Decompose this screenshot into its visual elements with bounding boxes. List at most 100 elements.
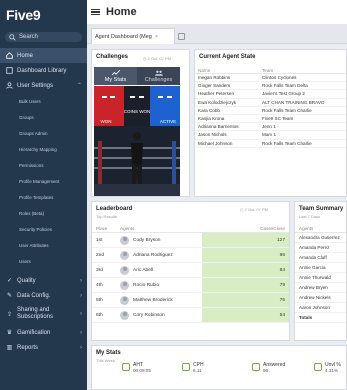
search-box[interactable]: Search	[5, 32, 82, 42]
search-icon	[9, 33, 16, 41]
leaderboard-value: 84	[202, 263, 289, 277]
table-row[interactable]: Kara Cobb Rock Falls Team Charlie	[195, 107, 346, 115]
avatar	[120, 250, 129, 260]
agent-team: Javier's Test Group 2	[262, 91, 305, 97]
leaderboard-agent: Cody Bryson	[120, 235, 202, 245]
my-stats-card: My Stats This Week AHT 00:09:05 CPH 6.11 A…	[91, 345, 347, 390]
column-casesclose[interactable]: CasesClose	[202, 226, 289, 231]
agent-name: Kara Cobb	[198, 107, 220, 113]
team-summary-row[interactable]: Amanda Cluff	[295, 253, 346, 263]
five9-logo[interactable]: Five9	[0, 0, 87, 30]
leaderboard-agent-name: Cory Robinson	[133, 312, 165, 318]
tab-my-stats[interactable]: My Stats	[94, 67, 137, 85]
team-summary-row[interactable]: Annie Thurwald	[295, 273, 346, 283]
share-icon: ⇪	[6, 311, 13, 318]
leaderboard-row[interactable]: 6th Cory Robinson 54	[92, 308, 289, 323]
nav-user-settings[interactable]: User Settings ⌃	[0, 78, 87, 93]
active-label: ACTIVE	[160, 119, 176, 124]
table-row[interactable]: Heather Petersen Javier's Test Group 2	[195, 90, 346, 99]
agent-name: Michael Johnson	[198, 140, 233, 146]
table-row[interactable]: Ginger Sanders Rock Falls Team Delta	[195, 82, 346, 91]
stat-aht-value: 00:09:05	[133, 368, 151, 373]
leaderboard-agent: Rocio Rubio	[120, 280, 202, 290]
team-summary-row[interactable]: Annie Garcia	[295, 263, 346, 273]
sub-item-user-attributes[interactable]: User Attributes	[0, 237, 87, 253]
sub-item-hierarchy-mapping[interactable]: Hierarchy Mapping	[0, 141, 87, 157]
agent-team: Marv 1	[262, 132, 277, 138]
sub-item-security-policies[interactable]: Security Policies	[0, 221, 87, 237]
tab-my-stats-label: My Stats	[104, 76, 127, 83]
column-agents[interactable]: Agents	[120, 226, 202, 231]
leaderboard-agent: Adriana Rodriguez	[120, 250, 202, 260]
nav-quality[interactable]: ✓ Quality ›	[0, 273, 87, 288]
leaderboard-value: 54	[202, 308, 289, 322]
table-row[interactable]: Adrianna Barrientos Jenn 1	[195, 123, 346, 132]
table-row[interactable]: Michael Johnson Rock Falls Team Charlie	[195, 140, 346, 148]
tab-challenges[interactable]: Challenges	[137, 67, 180, 85]
leaderboard-agent: Matthew Broderick	[120, 295, 202, 305]
chevron-right-icon: ›	[80, 344, 82, 351]
leaderboard-place: 6th	[96, 312, 103, 318]
team-summary-row[interactable]: Amanda Perez	[295, 243, 346, 253]
sub-item-groups[interactable]: Groups	[0, 109, 87, 125]
nav-sharing-subscriptions[interactable]: ⇪ Sharing and Subscriptions ›	[0, 303, 87, 325]
leaderboard-agent: Cory Robinson	[120, 310, 202, 320]
leaderboard-row[interactable]: 2nd Adriana Rodriguez 96	[92, 248, 289, 263]
sub-item-bulk-users[interactable]: Bulk Users	[0, 93, 87, 109]
agent-name: Ewa Kolodziejczyk	[198, 99, 237, 105]
sub-item-groups-admin[interactable]: Groups Admin	[0, 125, 87, 141]
nav-home[interactable]: Home	[0, 48, 87, 63]
challenges-tabs: My Stats Challenges	[94, 67, 180, 85]
column-place[interactable]: Place	[92, 226, 120, 231]
agent-name: Ginger Sanders	[198, 83, 231, 89]
agent-team: Clinton Cyclones	[262, 75, 297, 81]
table-row[interactable]: megan Robbins Clinton Cyclones	[195, 74, 346, 83]
agent-team: Rock Falls Team Charlie	[262, 107, 312, 113]
team-summary-header[interactable]: Agents	[295, 224, 346, 233]
leaderboard-agent-name: Adriana Rodriguez	[133, 252, 173, 258]
column-team[interactable]: Team	[262, 68, 346, 73]
team-summary-rows: Alexandra Gutierrez Amanda Perez Amanda Cl…	[295, 233, 346, 313]
avatar	[120, 280, 129, 290]
team-summary-row[interactable]: Andrew Nickels	[295, 293, 346, 303]
sub-item-roles[interactable]: Roles (Beta)	[0, 205, 87, 221]
avatar	[120, 295, 129, 305]
nav-data-config[interactable]: ✎ Data Config. ›	[0, 288, 87, 303]
leaderboard-row[interactable]: 1st Cody Bryson 127	[92, 233, 289, 248]
sub-item-profile-templates[interactable]: Profile Templates	[0, 189, 87, 205]
sub-item-profile-management[interactable]: Profile Management	[0, 173, 87, 189]
sub-item-permissions[interactable]: Permissions	[0, 157, 87, 173]
nav-data-config-label: Data Config.	[17, 292, 51, 299]
column-name[interactable]: Name	[198, 68, 262, 73]
avatar	[120, 310, 129, 320]
sub-item-users[interactable]: Users	[0, 253, 87, 269]
leaderboard-value: 75	[202, 293, 289, 307]
team-summary-row[interactable]: Alexandra Gutierrez	[295, 233, 346, 243]
nav-dashboard-library[interactable]: Dashboard Library	[0, 63, 87, 78]
team-summary-row[interactable]: Aaron Johnson	[295, 303, 346, 313]
leaderboard-value: 127	[202, 233, 289, 247]
leaderboard-row[interactable]: 3rd Aric Abell 84	[92, 263, 289, 278]
trend-icon	[111, 69, 120, 75]
team-summary-subtitle: Last 7 Days	[299, 214, 321, 219]
hamburger-menu-icon[interactable]	[91, 8, 100, 16]
leaderboard-row[interactable]: 4th Rocio Rubio 79	[92, 278, 289, 293]
table-row[interactable]: Kanjia Krona Five9 SC Team	[195, 115, 346, 124]
agent-name: Adrianna Barrientos	[198, 124, 239, 130]
library-icon	[6, 67, 13, 74]
nav-gamification[interactable]: ♛ Gamification ›	[0, 325, 87, 340]
leaderboard-row[interactable]: 5th Matthew Broderick 75	[92, 293, 289, 308]
tab-agent-dashboard[interactable]: Agent Dashboard (Meg ×	[91, 28, 175, 44]
close-icon[interactable]: ×	[155, 34, 158, 40]
nav-gamification-label: Gamification	[17, 329, 51, 336]
leaderboard-agent-name: Matthew Broderick	[133, 297, 173, 303]
team-summary-row[interactable]: Andrew Bryen	[295, 283, 346, 293]
nav-reports[interactable]: ▥ Reports ›	[0, 340, 87, 355]
leaderboard-place: 2nd	[96, 252, 105, 258]
table-row[interactable]: Ewa Kolodziejczyk ALT CHAN TRAINING BRAVO	[195, 99, 346, 107]
team-summary-card: Team Summary Last 7 Days Agents Alexandr…	[294, 201, 347, 341]
new-tab-icon[interactable]	[178, 33, 185, 40]
leaderboard-card: Leaderboard Top Results ◷ 2 Oct, 07 PM P…	[91, 201, 290, 341]
table-row[interactable]: Jason Nichols Marv 1	[195, 131, 346, 140]
agent-name: Heather Petersen	[198, 91, 235, 97]
